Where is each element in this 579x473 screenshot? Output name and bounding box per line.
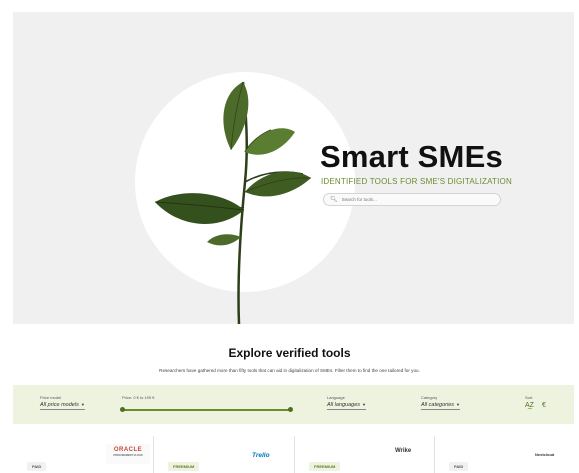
page-title: Smart SMEs — [320, 139, 503, 174]
search-input[interactable] — [341, 197, 492, 202]
explore-description: Researchers have gathered more than fift… — [159, 368, 420, 373]
hero-subtitle: IDENTIFIED TOOLS FOR SME'S DIGITALIZATIO… — [321, 177, 512, 186]
tool-card[interactable]: Trello FREEMIUM — [153, 436, 293, 473]
category-select[interactable]: All categories ▼ — [421, 402, 460, 410]
chevron-down-icon: ▼ — [362, 402, 366, 407]
trello-logo: Trello — [252, 452, 270, 459]
price-slider-min-handle[interactable] — [120, 407, 125, 412]
explore-title: Explore verified tools — [228, 346, 351, 360]
tool-card[interactable]: Nextcloud PAID — [434, 436, 574, 473]
price-slider-track[interactable] — [122, 409, 290, 411]
tool-card[interactable]: Wrike FREEMIUM — [294, 436, 434, 473]
chevron-down-icon: ▼ — [80, 402, 85, 407]
hero-section: Smart SMEs IDENTIFIED TOOLS FOR SME'S DI… — [13, 12, 574, 324]
search-bar[interactable]: 🔍︎ — [323, 193, 501, 206]
language-value: All languages — [327, 402, 361, 408]
language-select[interactable]: All languages ▼ — [327, 402, 366, 410]
category-value: All categories — [421, 402, 455, 408]
price-model-label: Price model — [40, 395, 62, 400]
price-badge: PAID — [449, 462, 469, 471]
price-model-select[interactable]: All price models ▼ — [40, 402, 85, 410]
sort-alpha-icon[interactable]: A͢Z — [525, 402, 534, 409]
price-model-value: All price models — [40, 402, 79, 408]
price-badge: FREEMIUM — [309, 462, 341, 471]
search-icon: 🔍︎ — [330, 196, 338, 203]
language-label: Language — [327, 395, 345, 400]
price-badge: PAID — [27, 462, 47, 471]
nextcloud-logo: Nextcloud — [535, 452, 555, 457]
price-badge: FREEMIUM — [168, 462, 200, 471]
tool-cards: ORACLE PROCUREMENT CLOUD PAID Trello FRE… — [13, 436, 574, 473]
sort-controls: A͢Z € — [525, 402, 546, 409]
category-label: Category — [421, 395, 438, 400]
sort-price-icon[interactable]: € — [542, 402, 546, 409]
price-slider-max-handle[interactable] — [288, 407, 293, 412]
tool-card[interactable]: ORACLE PROCUREMENT CLOUD PAID — [13, 436, 153, 473]
chevron-down-icon: ▼ — [456, 402, 460, 407]
oracle-logo: ORACLE PROCUREMENT CLOUD — [106, 444, 150, 464]
sort-label: Sort — [525, 395, 533, 400]
plant-illustration — [154, 81, 312, 324]
price-range-label: Price: 0 € to 199 € — [122, 395, 155, 400]
filter-bar: Price model All price models ▼ Price: 0 €… — [13, 385, 574, 424]
wrike-logo: Wrike — [395, 448, 412, 454]
